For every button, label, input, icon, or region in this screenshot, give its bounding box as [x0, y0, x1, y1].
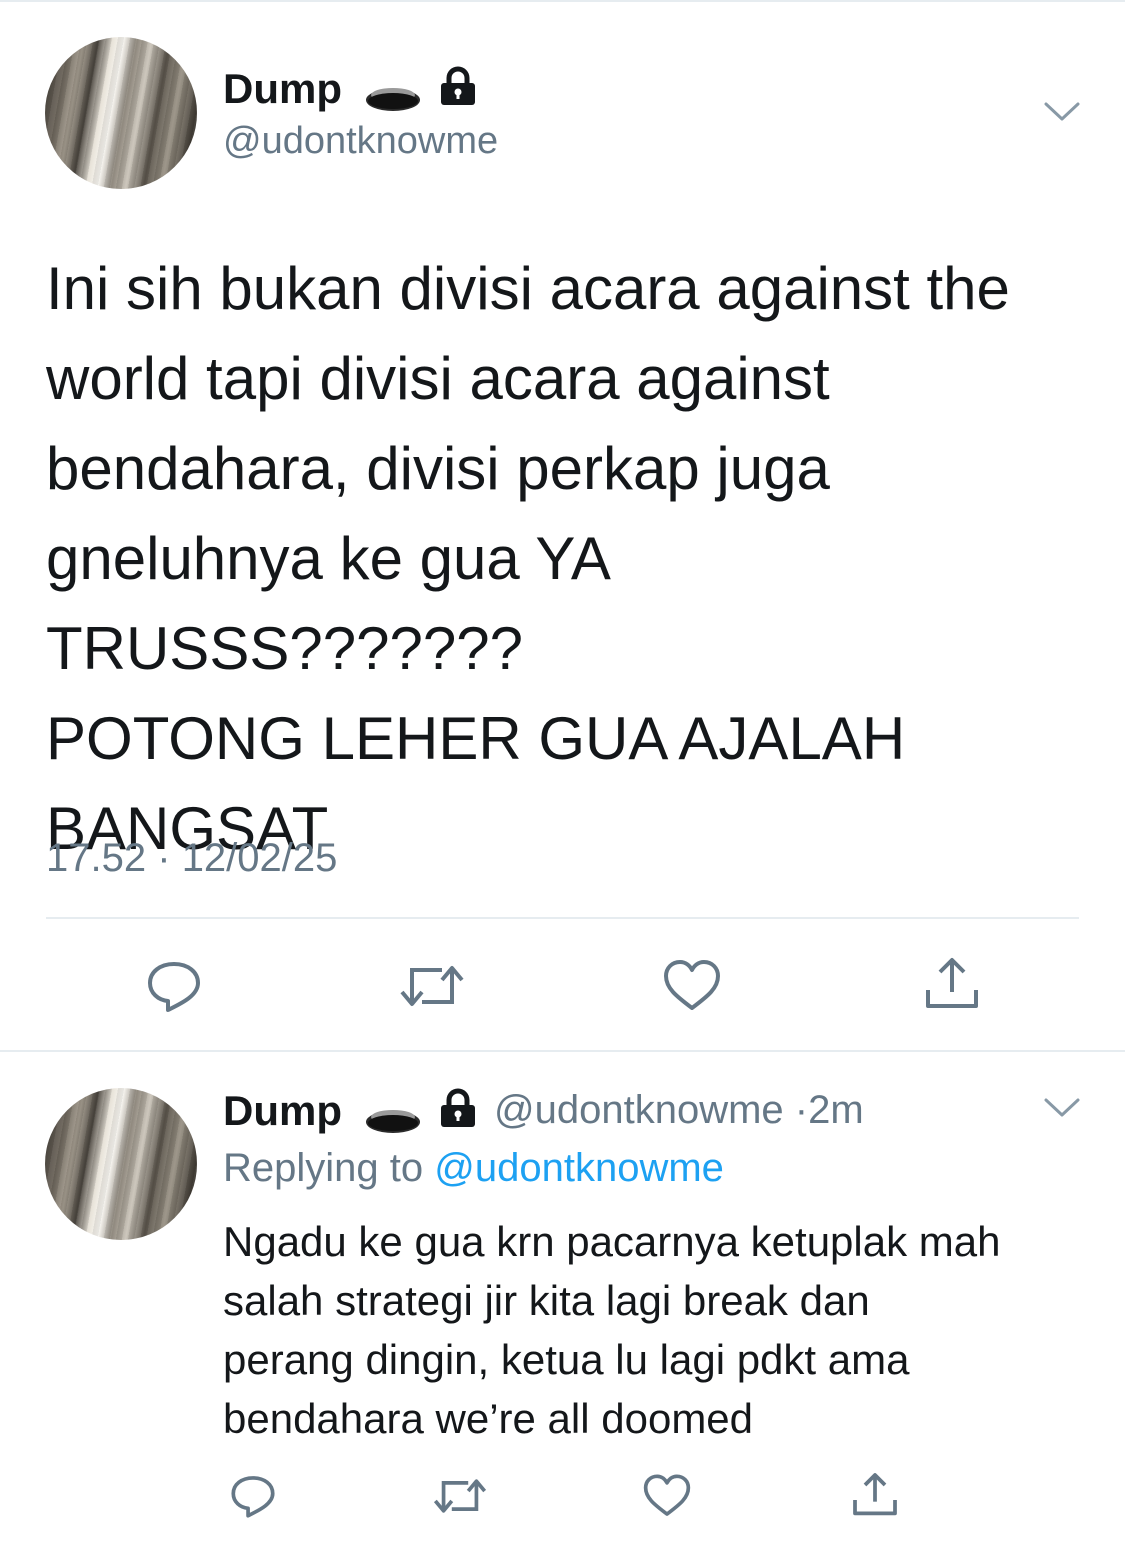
avatar[interactable]: [45, 37, 197, 189]
author-name[interactable]: Dump: [223, 68, 342, 110]
reply-icon[interactable]: [230, 1473, 276, 1519]
action-divider: [46, 917, 1079, 919]
top-divider: [0, 0, 1125, 2]
tweet-separator: [0, 1050, 1125, 1052]
tweet-timestamp[interactable]: 17.52 · 12/02/25: [46, 838, 337, 878]
reply-author-handle[interactable]: @udontknowme: [494, 1088, 784, 1132]
hole-emoji-icon: [366, 88, 420, 111]
replying-to: Replying to @udontknowme: [223, 1148, 724, 1188]
lock-icon: [441, 66, 475, 105]
lock-icon: [441, 1088, 475, 1127]
reply-meta: @udontknowme ·2m: [494, 1090, 864, 1130]
chevron-down-icon[interactable]: [1043, 100, 1081, 124]
like-icon[interactable]: [662, 958, 722, 1014]
tweet-text: Ini sih bukan divisi acara against the w…: [46, 255, 1010, 862]
replying-to-label: Replying to: [223, 1146, 424, 1190]
share-icon[interactable]: [850, 1470, 900, 1520]
tweet-time: 17.52: [46, 836, 147, 880]
like-icon[interactable]: [642, 1473, 692, 1519]
author-handle[interactable]: @udontknowme: [223, 122, 498, 160]
reply-text: Ngadu ke gua krn pacarnya ketuplak mah s…: [223, 1218, 1001, 1442]
timestamp-separator: ·: [157, 836, 171, 880]
reply-age[interactable]: 2m: [808, 1088, 864, 1132]
reply-author-name[interactable]: Dump: [223, 1090, 342, 1132]
tweet-date: 12/02/25: [181, 836, 338, 880]
retweet-icon[interactable]: [432, 1473, 488, 1519]
chevron-down-icon[interactable]: [1043, 1096, 1081, 1120]
reply-icon[interactable]: [146, 958, 202, 1014]
replying-to-handle[interactable]: @udontknowme: [434, 1146, 724, 1190]
meta-separator: ·: [794, 1088, 809, 1132]
share-icon[interactable]: [922, 954, 982, 1014]
retweet-icon[interactable]: [398, 958, 466, 1014]
hole-emoji-icon: [366, 1110, 420, 1133]
reply-avatar[interactable]: [45, 1088, 197, 1240]
